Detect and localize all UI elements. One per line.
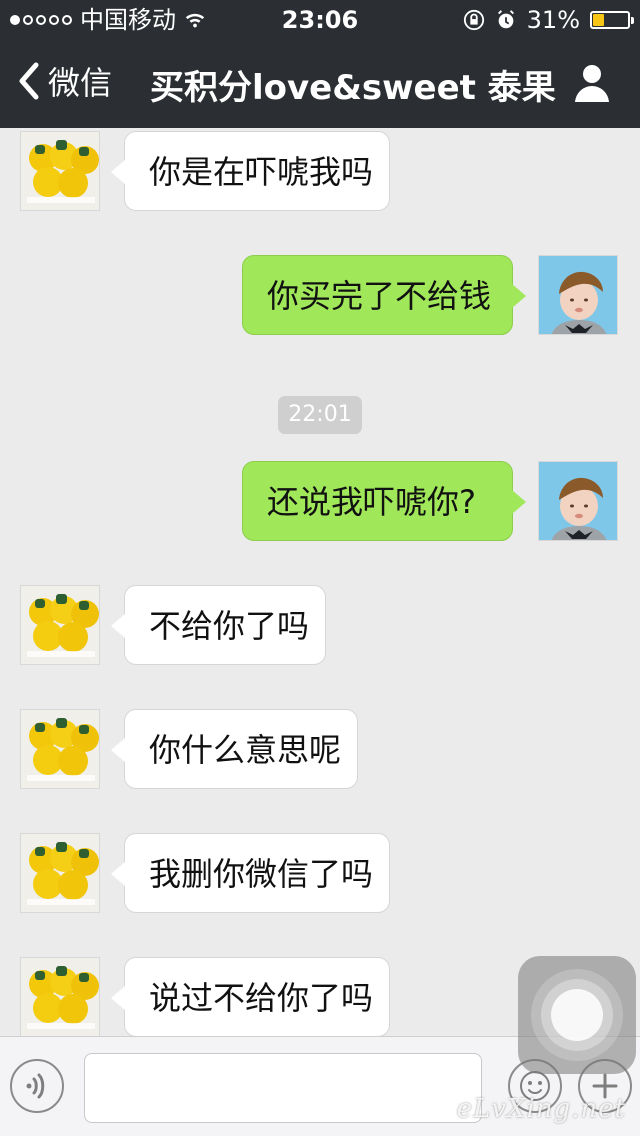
- mango-avatar[interactable]: [20, 833, 100, 913]
- message-text: 你是在吓唬我吗: [149, 153, 374, 191]
- voice-icon: [26, 1073, 45, 1099]
- profile-icon[interactable]: [570, 60, 614, 104]
- bubble-tail: [111, 160, 125, 184]
- message-text: 你买完了不给钱: [267, 277, 492, 315]
- battery-icon: [590, 11, 634, 29]
- mango-avatar[interactable]: [20, 709, 100, 789]
- bubble-tail: [512, 284, 526, 308]
- message-text: 还说我吓唬你?: [267, 483, 476, 521]
- mango-avatar[interactable]: [20, 585, 100, 665]
- bubble-tail: [111, 986, 125, 1010]
- bubble-tail: [512, 490, 526, 514]
- message-bubble[interactable]: 我删你微信了吗: [111, 833, 390, 913]
- watermark-text: eLvXing.net: [456, 1094, 626, 1124]
- message-text: 你什么意思呢: [149, 731, 342, 769]
- rotation-lock-icon: [463, 9, 484, 31]
- message-text: 我删你微信了吗: [149, 855, 374, 893]
- back-button[interactable]: 微信: [16, 58, 112, 104]
- alarm-icon: [497, 10, 514, 29]
- back-label: 微信: [48, 64, 113, 102]
- chat-screen: 中国移动 23:06 31% 微信 买积分love&sweet 泰果 你是在吓唬…: [0, 0, 640, 1136]
- top-bar: 中国移动 23:06 31% 微信 买积分love&sweet 泰果: [0, 0, 640, 128]
- message-row: 你买完了不给钱: [0, 255, 640, 345]
- timestamp-badge: 22:01: [278, 396, 362, 434]
- message-bubble[interactable]: 说过不给你了吗: [111, 957, 390, 1036]
- battery-level-fill: [593, 14, 605, 26]
- battery-percent: 31%: [526, 6, 580, 34]
- mango-avatar[interactable]: [20, 131, 100, 211]
- bubble-tail: [111, 614, 125, 638]
- message-bubble[interactable]: 还说我吓唬你?: [242, 461, 526, 541]
- child-avatar[interactable]: [538, 255, 618, 335]
- status-right: 31%: [463, 0, 634, 40]
- chat-area: 你是在吓唬我吗 你买完了不给钱 22:01 还说我吓唬你? 不给你了吗 你什么意…: [0, 128, 640, 1036]
- message-text: 说过不给你了吗: [149, 979, 374, 1017]
- message-row: 你什么意思呢: [0, 709, 640, 799]
- nav-bar: 微信 买积分love&sweet 泰果: [0, 40, 640, 128]
- voice-button[interactable]: [10, 1059, 64, 1113]
- message-input[interactable]: [84, 1053, 482, 1123]
- message-row: 还说我吓唬你?: [0, 461, 640, 551]
- message-row: 不给你了吗: [0, 585, 640, 675]
- message-bubble[interactable]: 你什么意思呢: [111, 709, 358, 789]
- assistive-ring-inner: [551, 989, 603, 1041]
- mango-avatar[interactable]: [20, 957, 100, 1036]
- status-bar: 中国移动 23:06 31%: [0, 0, 640, 40]
- bubble-tail: [111, 862, 125, 886]
- message-bubble[interactable]: 你买完了不给钱: [242, 255, 526, 335]
- chat-title: 买积分love&sweet 泰果: [150, 68, 556, 108]
- message-row: 你是在吓唬我吗: [0, 131, 640, 221]
- message-bubble[interactable]: 不给你了吗: [111, 585, 326, 665]
- bubble-tail: [111, 738, 125, 762]
- assistive-touch-button[interactable]: [518, 956, 636, 1074]
- message-text: 不给你了吗: [149, 607, 310, 645]
- message-row: 我删你微信了吗: [0, 833, 640, 923]
- message-bubble[interactable]: 你是在吓唬我吗: [111, 131, 390, 211]
- child-avatar[interactable]: [538, 461, 618, 541]
- chevron-left-icon: [19, 62, 39, 100]
